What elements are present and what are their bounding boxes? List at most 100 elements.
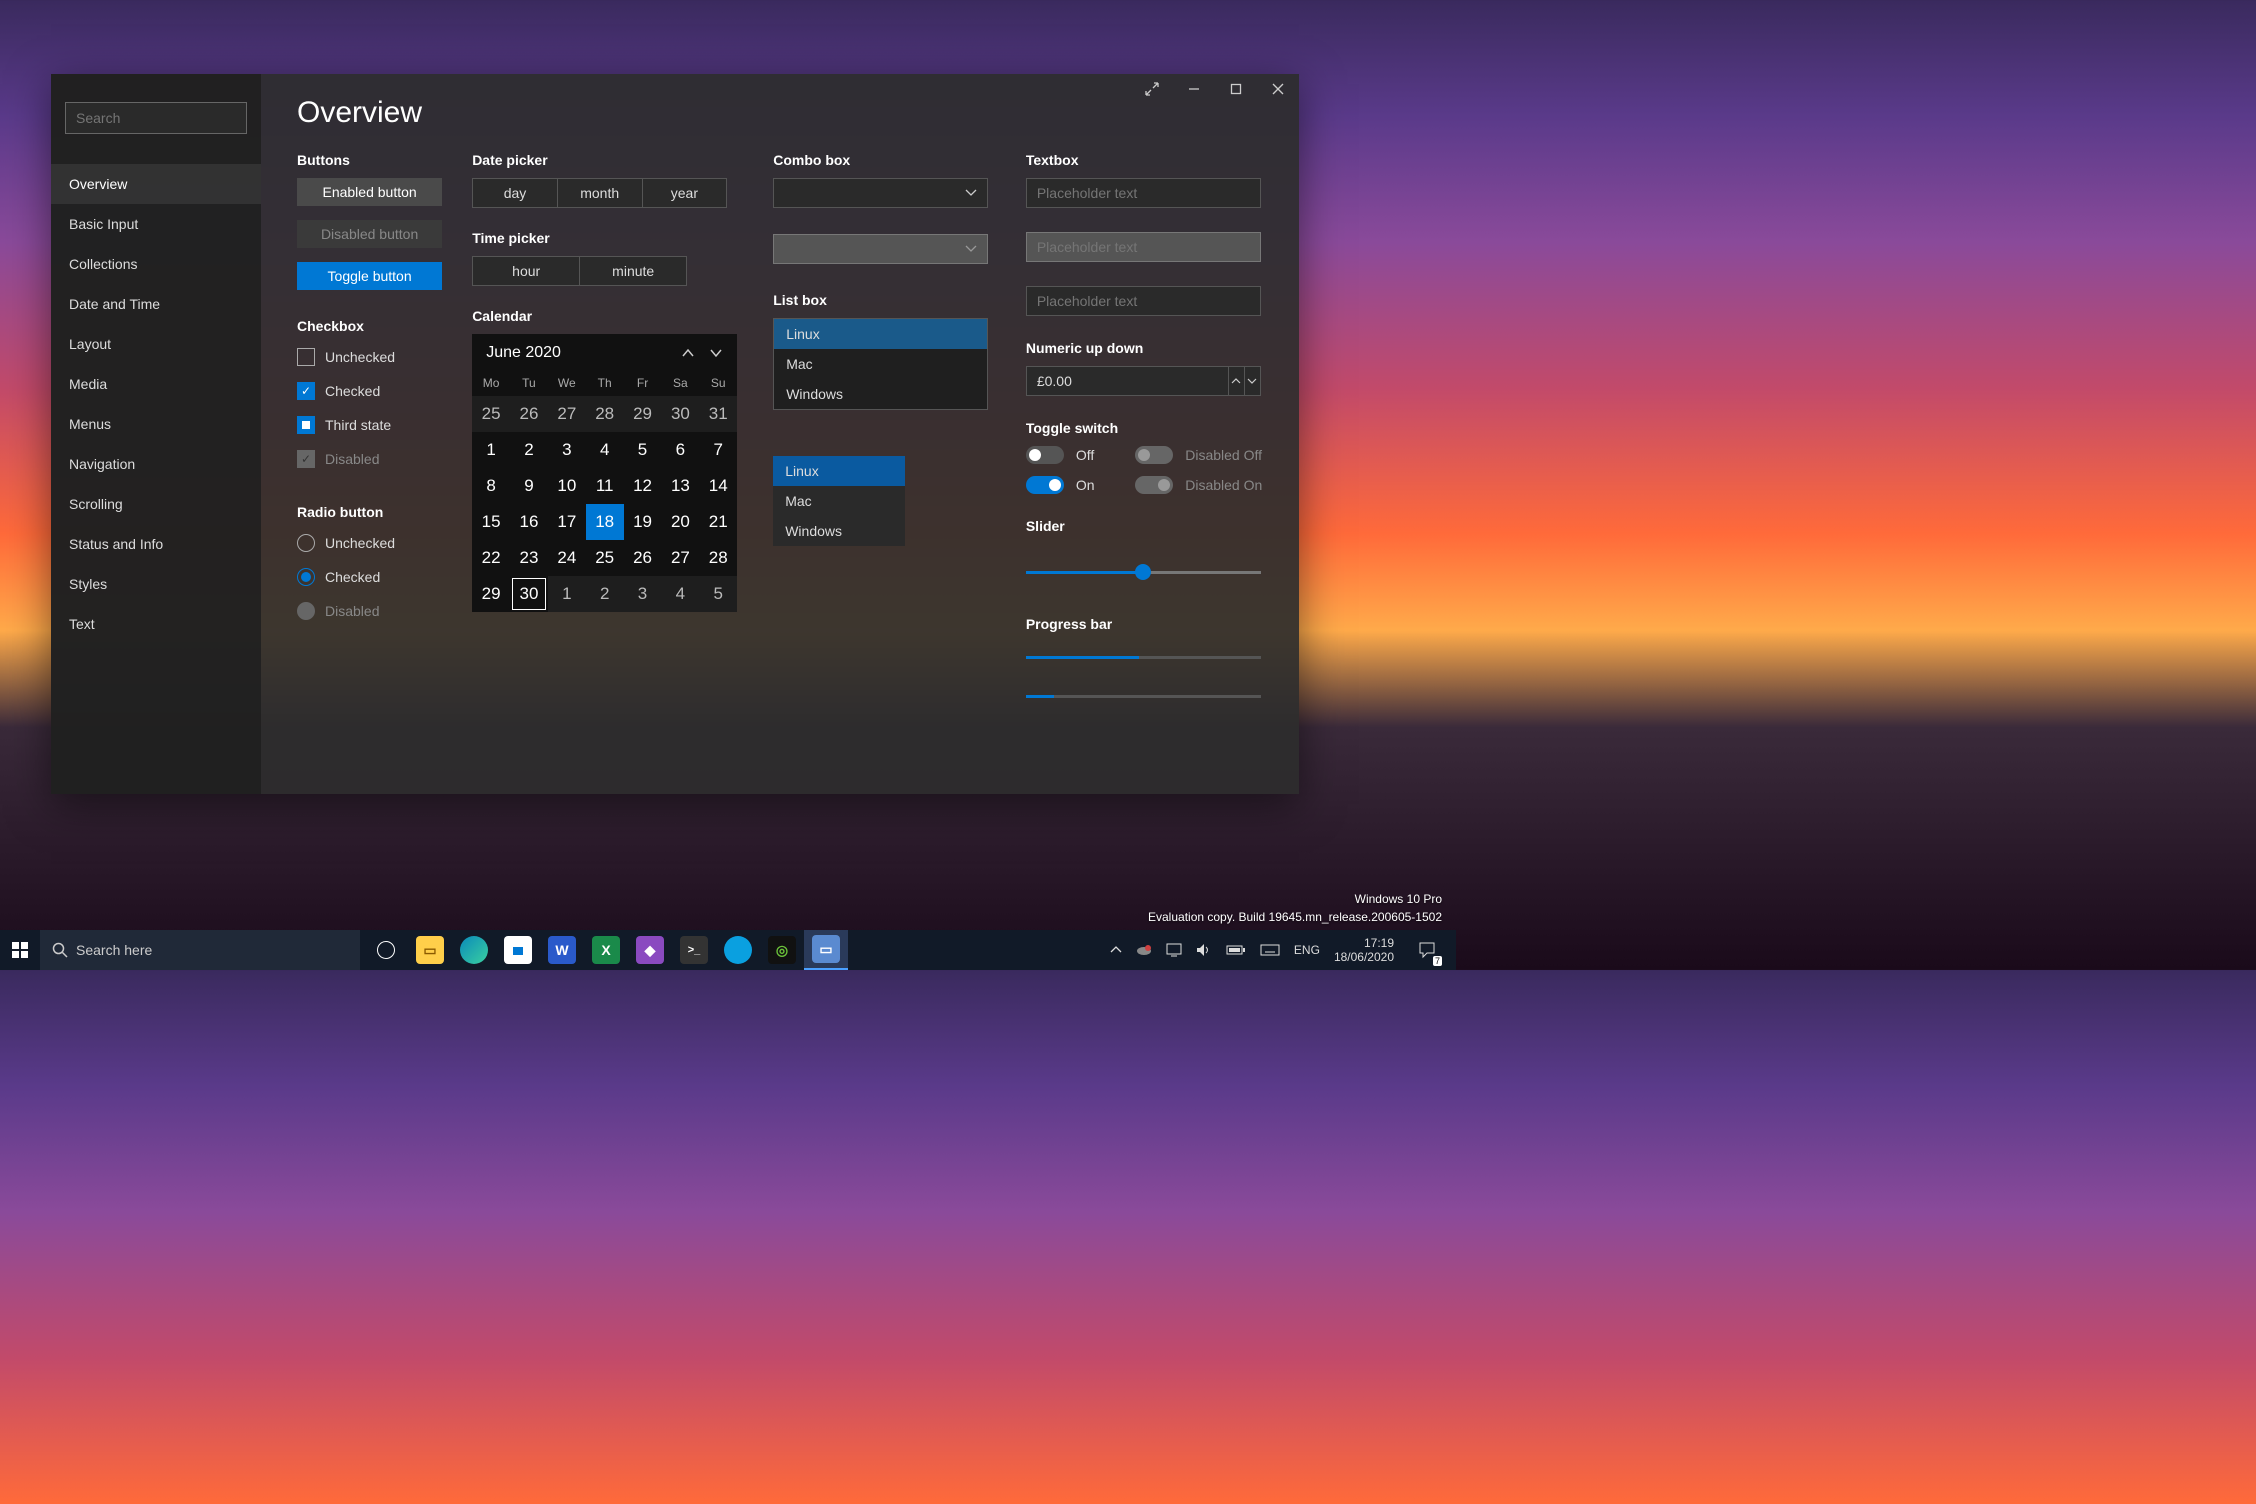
radio-unchecked[interactable]: Unchecked xyxy=(297,534,442,552)
slider-thumb[interactable] xyxy=(1135,564,1151,580)
toggle-button[interactable]: Toggle button xyxy=(297,262,442,290)
calendar-day[interactable]: 31 xyxy=(699,396,737,432)
numeric-up-icon[interactable] xyxy=(1229,366,1245,396)
tray-language[interactable]: ENG xyxy=(1294,943,1320,957)
calendar-day[interactable]: 2 xyxy=(510,432,548,468)
numeric-input[interactable] xyxy=(1026,366,1229,396)
minimize-button[interactable] xyxy=(1173,74,1215,104)
taskbar-store-icon[interactable] xyxy=(496,930,540,970)
calendar-day[interactable]: 25 xyxy=(586,540,624,576)
calendar-day[interactable]: 29 xyxy=(472,576,510,612)
sidebar-item-text[interactable]: Text xyxy=(51,604,261,644)
checkbox-third-state[interactable]: Third state xyxy=(297,416,442,434)
calendar-day[interactable]: 3 xyxy=(548,432,586,468)
sidebar-item-status-and-info[interactable]: Status and Info xyxy=(51,524,261,564)
slider[interactable] xyxy=(1026,560,1261,584)
calendar-day[interactable]: 27 xyxy=(661,540,699,576)
tray-battery-icon[interactable] xyxy=(1226,944,1246,956)
calendar-day[interactable]: 2 xyxy=(586,576,624,612)
taskbar-running-app-icon[interactable]: ▭ xyxy=(804,930,848,970)
calendar-day[interactable]: 30 xyxy=(661,396,699,432)
calendar-prev-icon[interactable] xyxy=(681,348,695,358)
list-box-small[interactable]: LinuxMacWindows xyxy=(773,456,905,546)
calendar-day[interactable]: 5 xyxy=(699,576,737,612)
tray-action-center-icon[interactable]: 7 xyxy=(1408,930,1446,970)
calendar-day[interactable]: 26 xyxy=(510,396,548,432)
calendar-day[interactable]: 9 xyxy=(510,468,548,504)
calendar-header[interactable]: June 2020 xyxy=(486,344,681,362)
sidebar-item-menus[interactable]: Menus xyxy=(51,404,261,444)
calendar-day[interactable]: 5 xyxy=(624,432,662,468)
calendar-day[interactable]: 27 xyxy=(548,396,586,432)
calendar-next-icon[interactable] xyxy=(709,348,723,358)
tray-network-icon[interactable] xyxy=(1166,943,1182,957)
textbox-2[interactable] xyxy=(1026,286,1261,316)
list-item[interactable]: Linux xyxy=(774,319,987,349)
calendar-day[interactable]: 6 xyxy=(661,432,699,468)
taskbar-terminal-icon[interactable]: >_ xyxy=(672,930,716,970)
date-picker-day[interactable]: day xyxy=(473,179,558,207)
calendar-day[interactable]: 4 xyxy=(661,576,699,612)
list-item[interactable]: Mac xyxy=(773,486,905,516)
calendar-day[interactable]: 1 xyxy=(548,576,586,612)
calendar-day[interactable]: 8 xyxy=(472,468,510,504)
calendar-day[interactable]: 3 xyxy=(624,576,662,612)
list-item[interactable]: Windows xyxy=(774,379,987,409)
checkbox-unchecked[interactable]: Unchecked xyxy=(297,348,442,366)
numeric-up-down[interactable] xyxy=(1026,366,1261,396)
radio-checked[interactable]: Checked xyxy=(297,568,442,586)
calendar-day[interactable]: 18 xyxy=(586,504,624,540)
calendar-day[interactable]: 25 xyxy=(472,396,510,432)
calendar-day[interactable]: 28 xyxy=(586,396,624,432)
calendar-day[interactable]: 16 xyxy=(510,504,548,540)
list-item[interactable]: Linux xyxy=(773,456,905,486)
sidebar-item-layout[interactable]: Layout xyxy=(51,324,261,364)
close-button[interactable] xyxy=(1257,74,1299,104)
calendar-day[interactable]: 1 xyxy=(472,432,510,468)
calendar-day[interactable]: 14 xyxy=(699,468,737,504)
sidebar-item-basic-input[interactable]: Basic Input xyxy=(51,204,261,244)
list-item[interactable]: Mac xyxy=(774,349,987,379)
list-box[interactable]: LinuxMacWindows xyxy=(773,318,988,410)
calendar-day[interactable]: 24 xyxy=(548,540,586,576)
taskbar-word-icon[interactable]: W xyxy=(540,930,584,970)
calendar-day[interactable]: 29 xyxy=(624,396,662,432)
date-picker[interactable]: day month year xyxy=(472,178,727,208)
calendar-day[interactable]: 7 xyxy=(699,432,737,468)
taskbar-app-green-icon[interactable]: ◎ xyxy=(760,930,804,970)
calendar-day[interactable]: 30 xyxy=(510,576,548,612)
calendar-day[interactable]: 20 xyxy=(661,504,699,540)
time-picker-minute[interactable]: minute xyxy=(580,257,686,285)
taskbar-cortana-icon[interactable] xyxy=(364,930,408,970)
tray-chevron-up-icon[interactable] xyxy=(1110,946,1122,954)
time-picker-hour[interactable]: hour xyxy=(473,257,580,285)
tray-clock[interactable]: 17:19 18/06/2020 xyxy=(1334,936,1394,965)
calendar-day[interactable]: 19 xyxy=(624,504,662,540)
calendar-day[interactable]: 28 xyxy=(699,540,737,576)
toggle-off[interactable]: Off xyxy=(1026,446,1095,464)
checkbox-checked[interactable]: ✓Checked xyxy=(297,382,442,400)
tray-keyboard-icon[interactable] xyxy=(1260,943,1280,957)
combo-box[interactable] xyxy=(773,178,988,208)
numeric-down-icon[interactable] xyxy=(1245,366,1261,396)
maximize-button[interactable] xyxy=(1215,74,1257,104)
sidebar-item-media[interactable]: Media xyxy=(51,364,261,404)
sidebar-item-date-and-time[interactable]: Date and Time xyxy=(51,284,261,324)
start-button[interactable] xyxy=(0,930,40,970)
calendar-day[interactable]: 13 xyxy=(661,468,699,504)
back-two-way-icon[interactable] xyxy=(1131,74,1173,104)
calendar-day[interactable]: 4 xyxy=(586,432,624,468)
sidebar-item-collections[interactable]: Collections xyxy=(51,244,261,284)
tray-onedrive-icon[interactable] xyxy=(1136,944,1152,956)
taskbar-app-blue-icon[interactable] xyxy=(716,930,760,970)
calendar-day[interactable]: 17 xyxy=(548,504,586,540)
calendar-day[interactable]: 12 xyxy=(624,468,662,504)
tray-volume-icon[interactable] xyxy=(1196,943,1212,957)
time-picker[interactable]: hour minute xyxy=(472,256,687,286)
sidebar-search-input[interactable] xyxy=(65,102,247,134)
calendar-day[interactable]: 23 xyxy=(510,540,548,576)
taskbar-vs-icon[interactable]: ◆ xyxy=(628,930,672,970)
calendar-day[interactable]: 10 xyxy=(548,468,586,504)
taskbar-search[interactable]: Search here xyxy=(40,930,360,970)
taskbar-explorer-icon[interactable]: ▭ xyxy=(408,930,452,970)
